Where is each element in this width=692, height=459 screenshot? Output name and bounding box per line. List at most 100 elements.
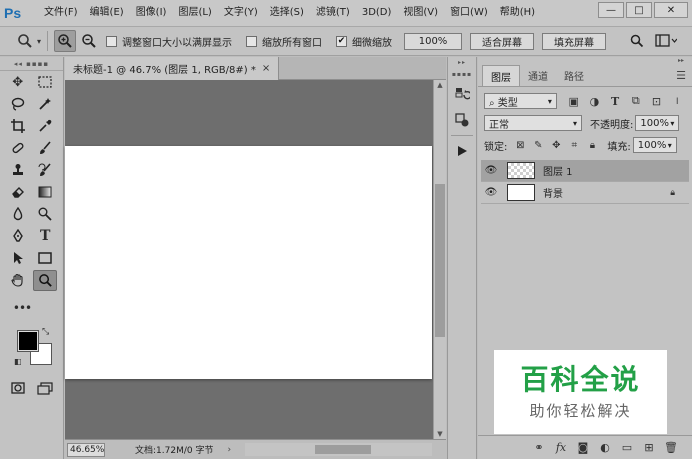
menu-window[interactable]: 窗口(W) — [444, 0, 494, 26]
menu-help[interactable]: 帮助(H) — [494, 0, 541, 26]
horizontal-scrollbar[interactable] — [245, 443, 432, 456]
filter-toggle-icon[interactable]: ⏽ — [668, 96, 686, 107]
menu-filter[interactable]: 滤镜(T) — [310, 0, 356, 26]
panel-menu-icon[interactable]: ☰ — [676, 69, 686, 82]
menu-3d[interactable]: 3D(D) — [356, 0, 398, 26]
clone-stamp-tool-icon[interactable] — [6, 160, 30, 181]
play-actions-icon[interactable] — [451, 140, 473, 162]
filter-kind-select[interactable]: ⌕ 类型 ▾ — [484, 93, 557, 109]
path-selection-tool-icon[interactable] — [6, 248, 30, 269]
resize-windows-option[interactable]: 调整窗口大小以满屏显示 — [106, 34, 232, 49]
filter-shape-icon[interactable]: ⧉ — [627, 94, 645, 108]
dodge-tool-icon[interactable] — [33, 204, 57, 225]
layer-row-layer-1[interactable]: 👁︎ 图层 1 — [481, 160, 689, 182]
tab-paths[interactable]: 路径 — [556, 65, 592, 86]
menu-view[interactable]: 视图(V) — [397, 0, 444, 26]
minimize-button[interactable]: — — [598, 2, 624, 18]
layer-name[interactable]: 背景 — [543, 185, 563, 200]
scroll-up-icon[interactable]: ▲ — [434, 80, 446, 90]
quick-mask-icon[interactable] — [6, 378, 30, 399]
lock-image-icon[interactable]: ✎ — [529, 140, 547, 151]
tab-layers[interactable]: 图层 — [482, 65, 520, 86]
filter-smart-object-icon[interactable]: ⊡ — [648, 95, 666, 108]
tab-channels[interactable]: 通道 — [520, 65, 556, 86]
new-layer-icon[interactable]: ⊞ — [638, 441, 660, 454]
default-colors-icon[interactable]: ◧ — [14, 357, 22, 366]
edit-toolbar-icon[interactable]: ••• — [10, 298, 34, 319]
scrubby-zoom-checkbox[interactable]: ✔ — [336, 35, 348, 47]
horizontal-scroll-thumb[interactable] — [315, 445, 371, 454]
zoom-in-icon[interactable] — [54, 30, 77, 52]
zoom-all-windows-checkbox[interactable] — [246, 35, 258, 47]
zoom-tool-preset-icon[interactable] — [14, 30, 36, 52]
delete-layer-icon[interactable]: 🗑︎ — [660, 441, 682, 454]
zoom-level-field[interactable]: 46.65% — [67, 442, 105, 457]
lock-artboard-icon[interactable]: ⌗ — [565, 140, 583, 151]
zoom-all-windows-option[interactable]: 缩放所有窗口 — [246, 34, 322, 49]
document-canvas[interactable] — [65, 146, 432, 379]
visibility-eye-icon[interactable]: 👁︎ — [481, 187, 501, 198]
crop-tool-icon[interactable] — [6, 116, 30, 137]
fill-screen-button[interactable]: 填充屏幕 — [542, 32, 607, 50]
status-menu-arrow-icon[interactable]: › — [227, 445, 231, 455]
link-layers-icon[interactable]: ⚭ — [528, 441, 550, 454]
gradient-tool-icon[interactable] — [33, 182, 57, 203]
menu-file[interactable]: 文件(F) — [38, 0, 84, 26]
healing-brush-tool-icon[interactable] — [6, 138, 30, 159]
close-button[interactable]: ✕ — [654, 2, 688, 18]
blend-mode-select[interactable]: 正常 ▾ — [484, 115, 582, 131]
rectangle-tool-icon[interactable] — [33, 248, 57, 269]
add-mask-icon[interactable]: ◙ — [572, 441, 594, 454]
vertical-scroll-thumb[interactable] — [435, 184, 445, 337]
mini-panel-grip-bar[interactable]: ▪▪▪▪ — [448, 69, 476, 81]
blur-tool-icon[interactable] — [6, 204, 30, 225]
search-icon[interactable] — [626, 30, 648, 52]
move-tool-icon[interactable]: ✥ — [6, 72, 30, 93]
type-tool-icon[interactable]: T — [33, 226, 57, 247]
menu-image[interactable]: 图像(I) — [130, 0, 173, 26]
properties-panel-icon[interactable] — [451, 109, 473, 131]
layer-row-background[interactable]: 👁︎ 背景 🔒︎ — [481, 182, 689, 204]
filter-type-icon[interactable]: T — [606, 95, 624, 108]
fill-field[interactable]: 100% ▾ — [632, 137, 677, 153]
menu-edit[interactable]: 编辑(E) — [84, 0, 130, 26]
lock-all-icon[interactable]: 🔒︎ — [583, 140, 601, 151]
foreground-color-swatch[interactable] — [18, 331, 38, 351]
layer-name[interactable]: 图层 1 — [543, 163, 573, 178]
history-brush-tool-icon[interactable] — [33, 160, 57, 181]
adjustment-layer-icon[interactable]: ◐ — [594, 441, 616, 454]
hand-tool-icon[interactable] — [6, 270, 30, 291]
document-tab[interactable]: 未标题-1 @ 46.7% (图层 1, RGB/8#) * × — [65, 57, 280, 80]
close-tab-icon[interactable]: × — [262, 63, 270, 74]
scrubby-zoom-option[interactable]: ✔ 细微缩放 — [336, 34, 392, 49]
lock-transparent-icon[interactable]: ⊠ — [511, 140, 529, 151]
workspace-icon[interactable] — [652, 30, 680, 52]
vertical-scrollbar[interactable]: ▲ ▼ — [433, 80, 446, 439]
zoom-100-button[interactable]: 100% — [404, 32, 463, 50]
lock-position-icon[interactable]: ✥ — [547, 140, 565, 151]
toolbar-grip[interactable]: ◂◂ ▪▪▪▪ — [0, 57, 63, 71]
pen-tool-icon[interactable] — [6, 226, 30, 247]
menu-layer[interactable]: 图层(L) — [172, 0, 217, 26]
lasso-tool-icon[interactable] — [6, 94, 30, 115]
new-group-icon[interactable]: ▭ — [616, 441, 638, 454]
preset-dropdown-arrow-icon[interactable]: ▾ — [37, 37, 41, 46]
brush-tool-icon[interactable] — [33, 138, 57, 159]
marquee-tool-icon[interactable] — [33, 72, 57, 93]
filter-adjustment-icon[interactable]: ◑ — [586, 95, 604, 108]
history-panel-icon[interactable] — [451, 84, 473, 106]
restore-button[interactable]: □ — [626, 2, 652, 18]
scroll-down-icon[interactable]: ▼ — [434, 429, 446, 439]
swap-colors-icon[interactable]: ⤡ — [42, 327, 49, 337]
mini-panel-grip[interactable]: ▸▸ — [448, 57, 476, 69]
resize-windows-checkbox[interactable] — [106, 35, 118, 47]
eyedropper-tool-icon[interactable] — [33, 116, 57, 137]
fit-screen-button[interactable]: 适合屏幕 — [470, 32, 535, 50]
filter-pixel-icon[interactable]: ▣ — [565, 95, 583, 108]
screen-mode-icon[interactable] — [33, 378, 57, 399]
layer-style-fx-icon[interactable]: fx — [550, 441, 572, 454]
magic-wand-tool-icon[interactable] — [33, 94, 57, 115]
menu-type[interactable]: 文字(Y) — [218, 0, 264, 26]
eraser-tool-icon[interactable] — [6, 182, 30, 203]
layer-thumbnail[interactable] — [507, 162, 535, 179]
